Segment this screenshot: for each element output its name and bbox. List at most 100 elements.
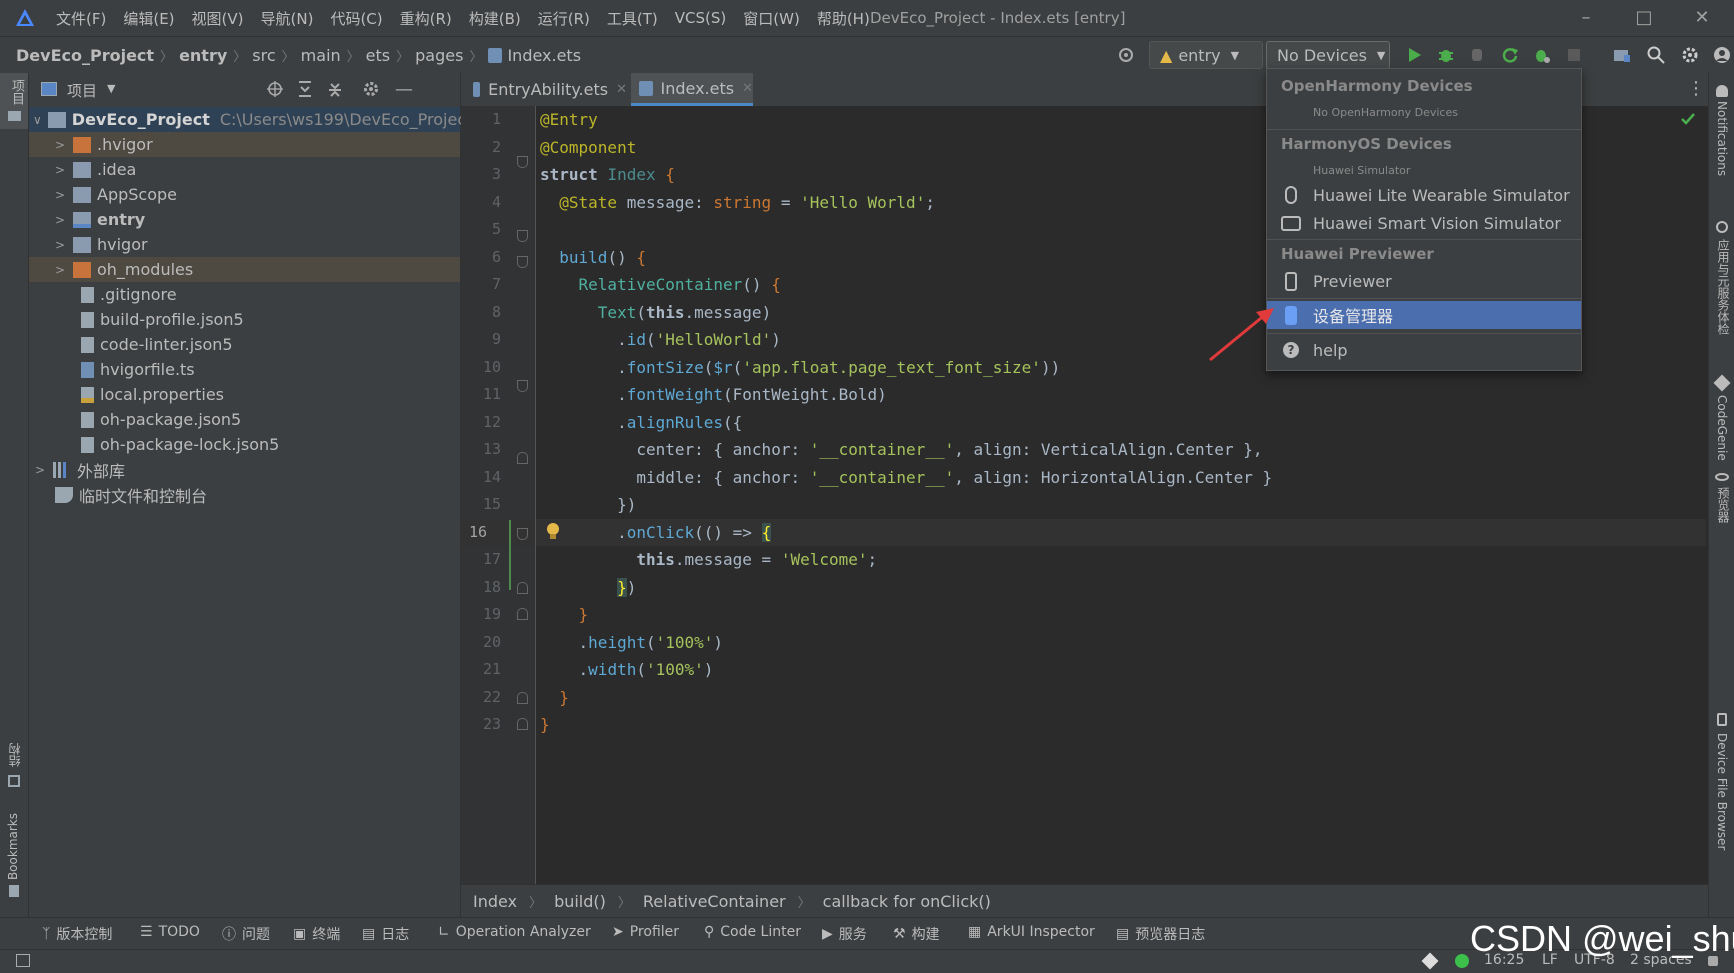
target-icon[interactable] [1116, 45, 1136, 65]
tree-item[interactable]: oh-package.json5 [29, 407, 460, 432]
tool-vcs[interactable]: ᛉ 版本控制 [42, 924, 112, 944]
menu-code[interactable]: 代码(C) [330, 8, 382, 29]
notifications-tool-label[interactable]: Notifications [1715, 101, 1729, 176]
tree-item[interactable]: build-profile.json5 [29, 307, 460, 332]
tree-item[interactable]: .gitignore [29, 282, 460, 307]
more-options-icon[interactable]: ⋮ [1687, 78, 1705, 99]
fold-marker-icon[interactable] [517, 608, 528, 620]
tree-item[interactable]: > hvigor [29, 232, 460, 257]
crumb-file[interactable]: Index.ets [507, 46, 581, 65]
device-item-vision[interactable]: Huawei Smart Vision Simulator [1267, 209, 1581, 237]
collapse-all-icon[interactable] [326, 80, 344, 98]
minimize-icon[interactable]: – [1574, 6, 1598, 30]
tab-index[interactable]: Index.ets ✕ [631, 73, 753, 106]
tool-todo[interactable]: ☰ TODO [140, 924, 200, 940]
menu-run[interactable]: 运行(R) [538, 8, 590, 29]
expand-all-icon[interactable] [296, 80, 314, 98]
fold-marker-icon[interactable] [517, 256, 528, 268]
tool-operation-analyzer[interactable]: ∟ Operation Analyzer [438, 924, 591, 940]
crumb-project[interactable]: DevEco_Project [16, 46, 154, 65]
crumb-pages[interactable]: pages [415, 46, 463, 65]
close-tab-icon[interactable]: ✕ [742, 81, 753, 96]
device-selector[interactable]: No Devices ▼ [1266, 41, 1390, 69]
tree-item[interactable]: > oh_modules [29, 257, 460, 282]
menu-help[interactable]: 帮助(H) [817, 8, 870, 29]
tree-item[interactable]: hvigorfile.ts [29, 357, 460, 382]
menu-file[interactable]: 文件(F) [56, 8, 106, 29]
locate-file-icon[interactable] [266, 80, 284, 98]
device-file-browser-tool-label[interactable]: Device File Browser [1715, 733, 1729, 850]
stop-icon[interactable] [1564, 45, 1584, 65]
codegenie-tool-label[interactable]: CodeGenie [1715, 395, 1729, 461]
crumb-entry[interactable]: entry [179, 46, 227, 65]
project-tool-tab[interactable]: 项目 [0, 73, 28, 129]
menu-tools[interactable]: 工具(T) [607, 8, 658, 29]
tab-entryability[interactable]: EntryAbility.ets ✕ [467, 73, 627, 106]
code-crumb[interactable]: RelativeContainer [643, 892, 786, 911]
tool-build[interactable]: ⚒ 构建 [893, 924, 940, 944]
crumb-src[interactable]: src [252, 46, 275, 65]
tree-external-libs[interactable]: > 外部库 [29, 457, 460, 482]
tree-item[interactable]: > .idea [29, 157, 460, 182]
app-services-tool-label[interactable]: 应用与元服务体检 [1715, 239, 1732, 335]
menu-refactor[interactable]: 重构(R) [400, 8, 452, 29]
crumb-ets[interactable]: ets [366, 46, 390, 65]
project-view-title[interactable]: 项目 [67, 80, 97, 101]
bookmarks-tool-label[interactable]: Bookmarks [6, 813, 20, 880]
crumb-main[interactable]: main [301, 46, 341, 65]
tree-item[interactable]: local.properties [29, 382, 460, 407]
search-icon[interactable] [1646, 45, 1666, 65]
tool-profiler[interactable]: ➤ Profiler [612, 924, 679, 940]
tree-item[interactable]: > .hvigor [29, 132, 460, 157]
profile-icon[interactable] [1532, 45, 1552, 65]
hide-panel-icon[interactable]: — [395, 79, 413, 100]
tree-item[interactable]: > AppScope [29, 182, 460, 207]
chevron-down-icon[interactable]: ▼ [107, 82, 115, 95]
fold-marker-icon[interactable] [517, 156, 528, 168]
menu-window[interactable]: 窗口(W) [743, 8, 800, 29]
account-icon[interactable] [1712, 45, 1732, 65]
inspection-ok-icon[interactable] [1680, 112, 1696, 126]
tool-code-linter[interactable]: ⚲ Code Linter [704, 924, 801, 940]
tool-log[interactable]: ▤ 日志 [362, 924, 409, 944]
menu-navigate[interactable]: 导航(N) [261, 8, 314, 29]
close-icon[interactable]: ✕ [1690, 6, 1714, 30]
fold-marker-icon[interactable] [517, 452, 528, 464]
tool-problems[interactable]: ⓘ 问题 [222, 924, 270, 944]
fold-marker-icon[interactable] [517, 692, 528, 704]
tree-item[interactable]: code-linter.json5 [29, 332, 460, 357]
settings-gear-icon[interactable] [1680, 45, 1700, 65]
close-tab-icon[interactable]: ✕ [616, 82, 627, 97]
menu-view[interactable]: 视图(V) [192, 8, 244, 29]
tree-item[interactable]: > entry [29, 207, 460, 232]
tree-item[interactable]: oh-package-lock.json5 [29, 432, 460, 457]
fold-marker-icon[interactable] [517, 230, 528, 242]
codegenie-status-icon[interactable] [1421, 952, 1439, 970]
tool-previewer-log[interactable]: ▤ 预览器日志 [1116, 924, 1205, 944]
run-config-selector[interactable]: ▲ entry ▼ [1149, 41, 1263, 69]
structure-tool-label[interactable]: 结构 [6, 743, 23, 767]
device-item-previewer[interactable]: Previewer [1267, 267, 1581, 295]
reload-icon[interactable] [1500, 45, 1520, 65]
attach-debugger-icon[interactable] [1468, 45, 1488, 65]
fold-marker-icon[interactable] [517, 528, 528, 540]
tree-scratches[interactable]: 临时文件和控制台 [29, 482, 460, 507]
fold-marker-icon[interactable] [517, 582, 528, 594]
tool-services[interactable]: ▶ 服务 [822, 924, 867, 944]
run-icon[interactable] [1404, 45, 1424, 65]
device-item-help[interactable]: ? help [1267, 336, 1581, 364]
fold-marker-icon[interactable] [517, 718, 528, 730]
menu-edit[interactable]: 编辑(E) [123, 8, 174, 29]
menu-vcs[interactable]: VCS(S) [675, 9, 726, 27]
debug-icon[interactable] [1436, 45, 1456, 65]
tool-terminal[interactable]: ▣ 终端 [293, 924, 340, 944]
code-crumb[interactable]: build() [554, 892, 606, 911]
tool-arkui-inspector[interactable]: ▦ ArkUI Inspector [968, 924, 1095, 940]
device-item-wearable[interactable]: Huawei Lite Wearable Simulator [1267, 181, 1581, 209]
gear-icon[interactable] [362, 80, 380, 98]
maximize-icon[interactable]: □ [1632, 6, 1656, 30]
code-crumb[interactable]: callback for onClick() [823, 892, 991, 911]
panel-toggle-icon[interactable] [16, 954, 30, 967]
menu-build[interactable]: 构建(B) [469, 8, 521, 29]
tree-root[interactable]: ∨ DevEco_Project C:\Users\ws199\DevEco_P… [29, 107, 472, 132]
